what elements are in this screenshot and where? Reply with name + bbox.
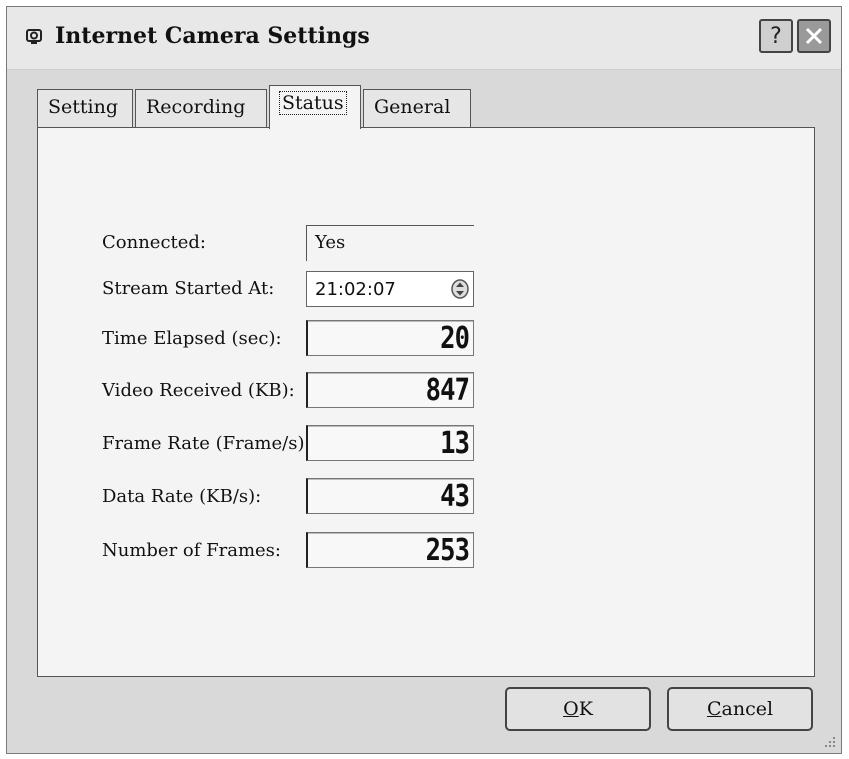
close-icon xyxy=(805,27,823,45)
stream-started-value: 21:02:07 xyxy=(315,279,396,300)
ok-button[interactable]: OK xyxy=(505,687,651,731)
cancel-mnemonic: C xyxy=(706,698,722,720)
cancel-label-rest: ancel xyxy=(721,698,774,720)
resize-grip-icon[interactable] xyxy=(823,735,837,749)
frame-rate-display: 13 xyxy=(306,425,474,461)
status-panel: Connected: Yes Stream Started At: 21:02:… xyxy=(37,127,815,677)
settings-dialog: Internet Camera Settings ? Setting Recor… xyxy=(6,6,842,754)
tab-status[interactable]: Status xyxy=(269,85,361,129)
number-of-frames-value: 253 xyxy=(425,533,469,568)
tab-status-label: Status xyxy=(279,91,347,115)
frame-rate-value: 13 xyxy=(439,426,470,461)
tab-general[interactable]: General xyxy=(363,89,471,127)
tab-recording[interactable]: Recording xyxy=(135,89,267,127)
stream-started-field[interactable]: 21:02:07 xyxy=(306,271,474,307)
stream-started-label: Stream Started At: xyxy=(102,278,275,299)
video-received-value: 847 xyxy=(425,373,469,408)
frame-rate-label: Frame Rate (Frame/s): xyxy=(102,433,311,454)
video-received-display: 847 xyxy=(306,372,474,408)
spinner-icon[interactable] xyxy=(451,279,469,299)
connected-value: Yes xyxy=(306,225,474,261)
data-rate-display: 43 xyxy=(306,478,474,514)
time-elapsed-value: 20 xyxy=(439,321,470,356)
title-bar: Internet Camera Settings ? xyxy=(7,7,841,70)
time-elapsed-label: Time Elapsed (sec): xyxy=(102,328,282,349)
ok-label-rest: K xyxy=(578,698,593,720)
video-received-label: Video Received (KB): xyxy=(102,380,295,401)
camera-icon xyxy=(26,29,42,44)
close-button[interactable] xyxy=(797,19,831,53)
window-title: Internet Camera Settings xyxy=(55,23,370,49)
data-rate-value: 43 xyxy=(439,479,470,514)
help-button[interactable]: ? xyxy=(759,19,793,53)
time-elapsed-display: 20 xyxy=(306,320,474,356)
tab-setting[interactable]: Setting xyxy=(37,89,133,127)
ok-mnemonic: O xyxy=(563,698,579,720)
number-of-frames-label: Number of Frames: xyxy=(102,540,281,561)
number-of-frames-display: 253 xyxy=(306,532,474,568)
cancel-button[interactable]: Cancel xyxy=(667,687,813,731)
data-rate-label: Data Rate (KB/s): xyxy=(102,486,262,507)
connected-label: Connected: xyxy=(102,232,207,253)
